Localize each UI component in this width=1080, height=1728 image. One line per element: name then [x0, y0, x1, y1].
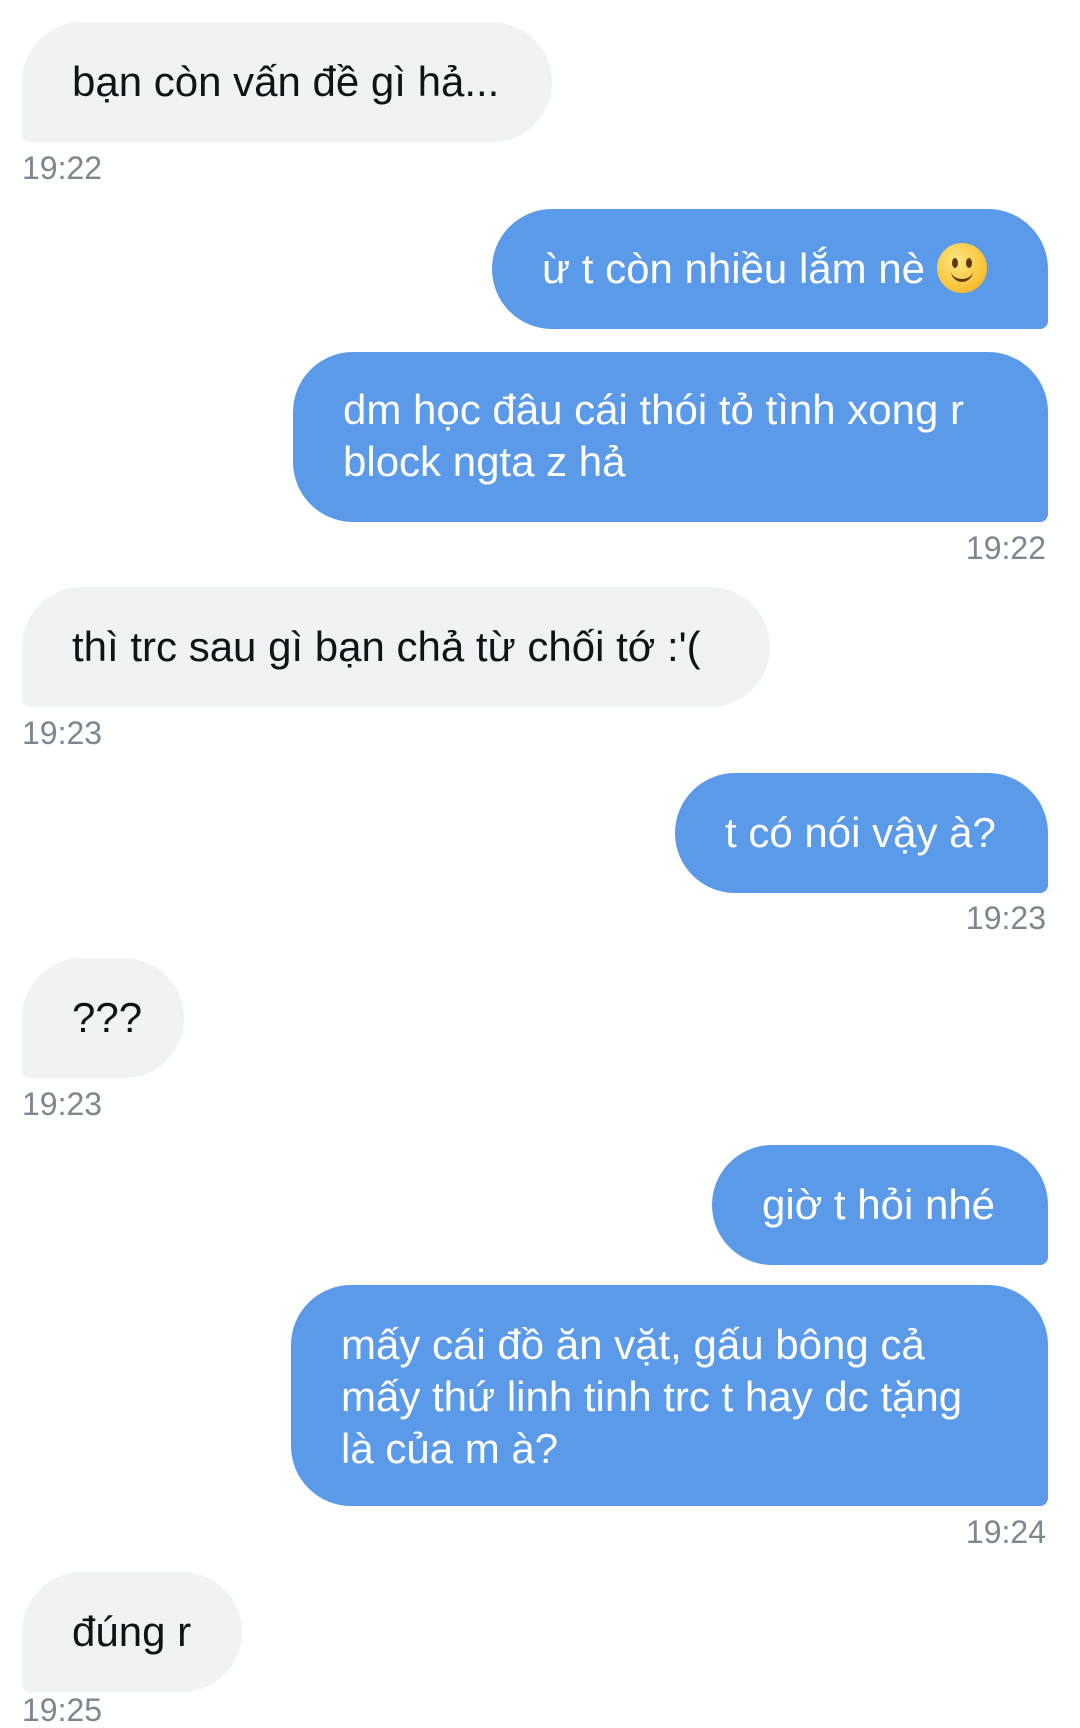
- message-bubble-outgoing[interactable]: ừ t còn nhiều lắm nè: [492, 209, 1048, 329]
- message-text: dm học đâu cái thói tỏ tình xong r block…: [343, 386, 965, 485]
- message-timestamp: 19:23: [22, 1086, 103, 1122]
- message-bubble-outgoing[interactable]: t có nói vậy à?: [675, 773, 1048, 893]
- message-bubble-incoming[interactable]: ???: [22, 958, 184, 1078]
- message-text: thì trc sau gì bạn chả từ chối tớ :'(: [72, 623, 701, 670]
- message-text: ???: [72, 994, 143, 1041]
- message-bubble-outgoing[interactable]: dm học đâu cái thói tỏ tình xong r block…: [293, 352, 1048, 522]
- message-timestamp: 19:25: [22, 1692, 103, 1728]
- message-text: bạn còn vấn đề gì hả...: [72, 58, 500, 105]
- message-text: đúng r: [72, 1608, 192, 1655]
- slightly-smiling-face-icon: [937, 242, 988, 293]
- message-text: t có nói vậy à?: [725, 809, 996, 856]
- message-bubble-incoming[interactable]: bạn còn vấn đề gì hả...: [22, 22, 552, 142]
- message-text: mấy cái đồ ăn vặt, gấu bông cả mấy thứ l…: [341, 1321, 963, 1472]
- message-timestamp: 19:22: [965, 530, 1046, 566]
- message-timestamp: 19:24: [965, 1514, 1046, 1550]
- message-bubble-incoming[interactable]: đúng r: [22, 1572, 242, 1692]
- message-bubble-outgoing[interactable]: giờ t hỏi nhé: [712, 1145, 1048, 1265]
- message-timestamp: 19:23: [965, 900, 1046, 936]
- message-text: ừ t còn nhiều lắm nè: [542, 245, 926, 292]
- message-text: giờ t hỏi nhé: [762, 1181, 996, 1228]
- message-timestamp: 19:22: [22, 150, 103, 186]
- message-bubble-incoming[interactable]: thì trc sau gì bạn chả từ chối tớ :'(: [22, 587, 770, 707]
- message-bubble-outgoing[interactable]: mấy cái đồ ăn vặt, gấu bông cả mấy thứ l…: [291, 1285, 1048, 1506]
- message-timestamp: 19:23: [22, 715, 103, 751]
